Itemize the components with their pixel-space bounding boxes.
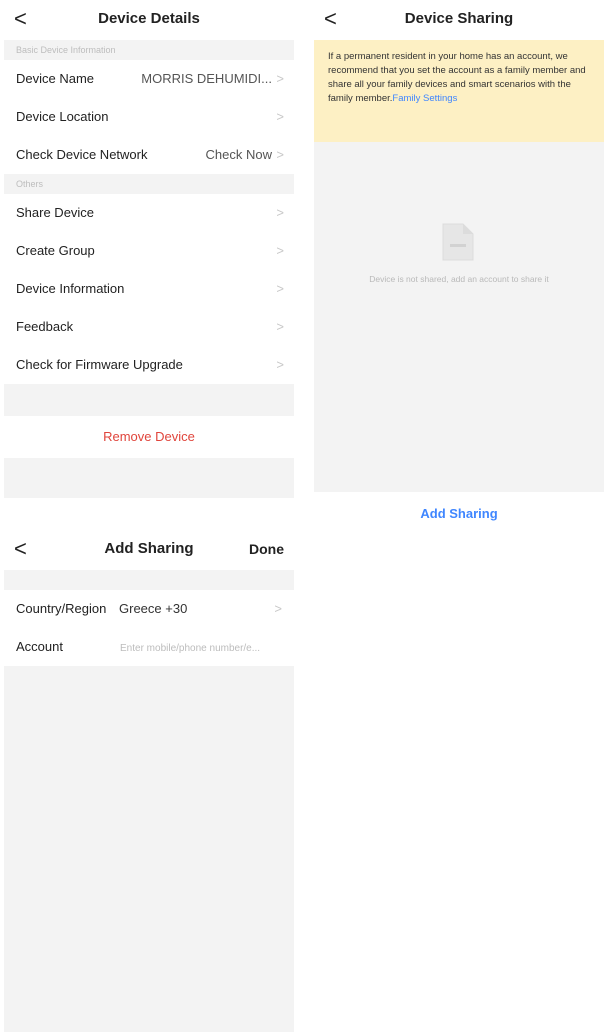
empty-state: Device is not shared, add an account to … — [314, 142, 604, 492]
account-input[interactable] — [118, 637, 292, 659]
device-details-header: < Device Details — [4, 0, 294, 40]
chevron-right-icon: > — [276, 71, 284, 86]
account-row: Account — [4, 628, 294, 666]
section-label-basic: Basic Device Information — [16, 45, 116, 55]
firmware-upgrade-row[interactable]: Check for Firmware Upgrade > — [4, 346, 294, 384]
account-label: Account — [16, 639, 63, 654]
empty-state-text: Device is not shared, add an account to … — [369, 274, 549, 284]
firmware-upgrade-label: Check for Firmware Upgrade — [16, 357, 183, 372]
device-details-screen: < Device Details Basic Device Informatio… — [4, 0, 294, 498]
chevron-right-icon: > — [276, 357, 284, 372]
device-location-row[interactable]: Device Location > — [4, 98, 294, 136]
device-information-label: Device Information — [16, 281, 125, 296]
feedback-label: Feedback — [16, 319, 74, 334]
device-sharing-screen: < Device Sharing If a permanent resident… — [314, 0, 604, 521]
device-name-row[interactable]: Device Name MORRIS DEHUMIDI... > — [4, 60, 294, 98]
feedback-row[interactable]: Feedback > — [4, 308, 294, 346]
remove-device-button[interactable]: Remove Device — [4, 416, 294, 458]
document-icon — [442, 223, 474, 261]
create-group-label: Create Group — [16, 243, 95, 258]
family-notice: If a permanent resident in your home has… — [314, 40, 604, 142]
family-settings-link[interactable]: Family Settings — [392, 93, 457, 104]
chevron-right-icon: > — [276, 205, 284, 220]
check-network-value: Check Now — [205, 147, 272, 162]
share-device-row[interactable]: Share Device > — [4, 194, 294, 232]
chevron-right-icon: > — [276, 243, 284, 258]
section-label-others: Others — [16, 179, 44, 189]
chevron-right-icon: > — [276, 319, 284, 334]
country-region-label: Country/Region — [16, 601, 107, 616]
done-button[interactable]: Done — [249, 541, 284, 557]
chevron-right-icon: > — [276, 109, 284, 124]
create-group-row[interactable]: Create Group > — [4, 232, 294, 270]
chevron-right-icon: > — [276, 281, 284, 296]
device-information-row[interactable]: Device Information > — [4, 270, 294, 308]
device-location-label: Device Location — [16, 109, 109, 124]
device-name-label: Device Name — [16, 71, 95, 86]
page-title: Device Details — [98, 10, 200, 27]
check-network-label: Check Device Network — [16, 147, 148, 162]
chevron-right-icon: > — [274, 601, 282, 616]
page-title: Device Sharing — [404, 10, 514, 27]
add-sharing-button[interactable]: Add Sharing — [314, 492, 604, 536]
check-network-row[interactable]: Check Device Network Check Now > — [4, 136, 294, 174]
chevron-right-icon: > — [276, 147, 284, 162]
device-name-value: MORRIS DEHUMIDI... — [141, 71, 272, 86]
share-device-label: Share Device — [16, 205, 95, 220]
device-sharing-header: < Device Sharing — [314, 0, 604, 40]
country-region-row[interactable]: Country/Region Greece +30 > — [4, 590, 294, 628]
country-region-value: Greece +30 — [119, 601, 188, 616]
add-sharing-header: < Add Sharing Done — [4, 530, 294, 570]
add-sharing-screen: < Add Sharing Done Country/Region Greece … — [4, 530, 294, 1032]
